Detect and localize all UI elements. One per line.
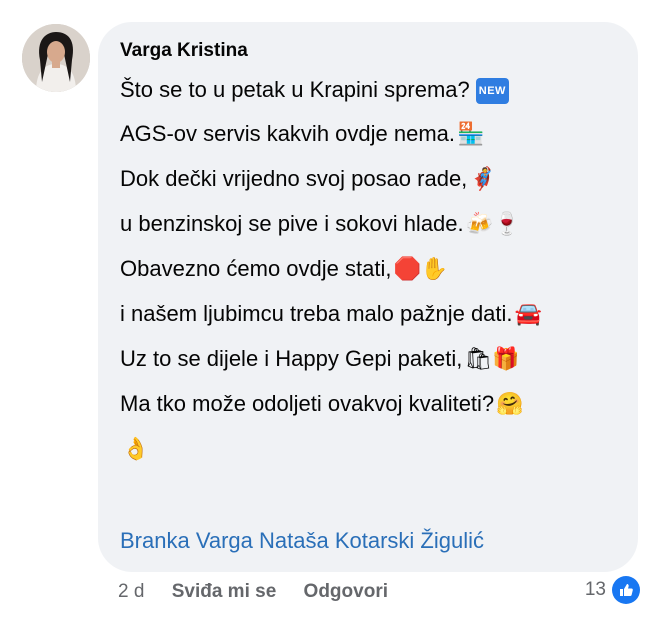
comment-timestamp[interactable]: 2 d <box>118 581 144 602</box>
reply-button[interactable]: Odgovori <box>304 581 388 602</box>
comment-line-2: AGS-ov servis kakvih ovdje nema.🏪 <box>120 121 485 147</box>
convenience-store-icon: 🏪 <box>457 122 485 147</box>
comment-line-6: i našem ljubimcu treba malo pažnje dati.… <box>120 301 542 327</box>
comment-actions: 2 d Sviđa mi se Odgovori <box>118 578 410 606</box>
ok-hand-icon: 👌 <box>122 437 150 462</box>
comment-line-7: Uz to se dijele i Happy Gepi paketi,🛍🎁 <box>120 346 520 372</box>
like-button[interactable]: Sviđa mi se <box>172 581 277 602</box>
comment-line-8: Ma tko može odoljeti ovakvoj kvaliteti?🤗 <box>120 391 524 417</box>
avatar[interactable] <box>22 24 90 92</box>
comment-line-4: u benzinskoj se pive i sokovi hlade.🍻🍷 <box>120 211 521 237</box>
comment-line-9: 👌 <box>120 429 616 470</box>
mention-link[interactable]: Branka Varga <box>120 528 253 553</box>
mention-link[interactable]: Nataša Kotarski Žigulić <box>259 528 484 553</box>
reaction-count: 13 <box>584 579 606 600</box>
mentions: Branka Varga Nataša Kotarski Žigulić <box>120 526 484 556</box>
new-badge-icon: NEW <box>475 78 509 105</box>
hugging-face-icon: 🤗 <box>496 392 524 417</box>
reaction-summary[interactable]: 13 <box>585 576 640 604</box>
car-icon: 🚘 <box>514 302 542 327</box>
gifts-icon: 🛍🎁 <box>464 347 520 372</box>
comment-bubble: Varga Kristina Što se to u petak u Krapi… <box>98 22 638 572</box>
profile-photo <box>22 24 90 92</box>
comment-author[interactable]: Varga Kristina <box>120 38 616 64</box>
stop-hand-icon: 🛑✋ <box>393 257 449 282</box>
drinks-icon: 🍻🍷 <box>465 212 521 237</box>
comment-line-3: Dok dečki vrijedno svoj posao rade,🦸 <box>120 166 497 192</box>
thumbs-up-icon <box>612 576 640 604</box>
superhero-icon: 🦸 <box>469 167 497 192</box>
comment-line-1: Što se to u petak u Krapini sprema? NEW <box>120 70 616 110</box>
comment-line-5: Obavezno ćemo ovdje stati,🛑✋ <box>120 256 449 282</box>
